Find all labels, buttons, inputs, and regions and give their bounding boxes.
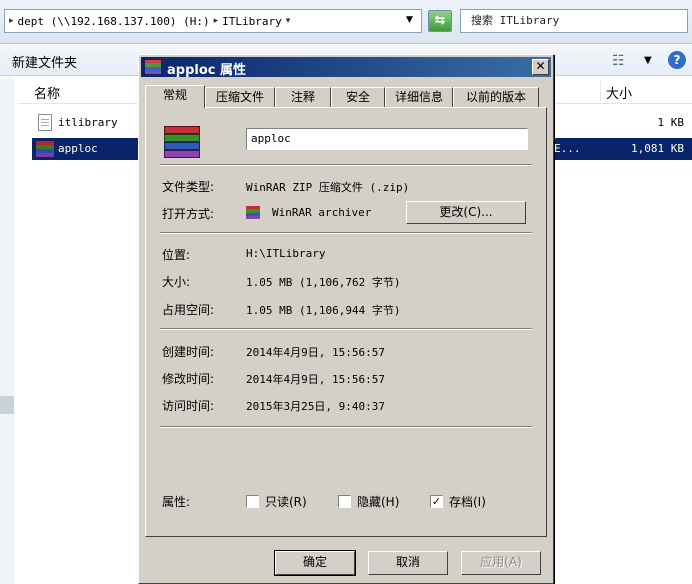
accessed-label: 访问时间: <box>162 399 215 413</box>
winrar-archive-icon <box>36 141 54 157</box>
breadcrumb-drive[interactable]: dept (\\192.168.137.100) (H:) <box>18 15 210 28</box>
column-header-size[interactable]: 大小 <box>606 83 632 102</box>
tab-previous-versions[interactable]: 以前的版本 <box>453 87 539 107</box>
open-with-label: 打开方式: <box>162 207 215 221</box>
divider <box>160 328 532 330</box>
size-on-disk-label: 占用空间: <box>162 303 215 317</box>
tab-archive[interactable]: 压缩文件 <box>205 87 275 107</box>
readonly-label: 只读(R) <box>265 494 307 509</box>
properties-dialog: apploc 属性 ✕ 常规 压缩文件 注释 安全 详细信息 以前的版本 app… <box>138 54 554 584</box>
address-bar[interactable]: ▸ dept (\\192.168.137.100) (H:) ▸ ITLibr… <box>4 9 422 33</box>
archive-check-box[interactable]: ✓ <box>430 494 443 508</box>
readonly-check-box[interactable] <box>246 494 259 508</box>
change-program-button[interactable]: 更改(C)... <box>406 201 526 224</box>
column-header-name[interactable]: 名称 <box>34 83 60 102</box>
modified-value: 2014年4月9日, 15:56:57 <box>246 373 385 386</box>
size-on-disk-value: 1.05 MB (1,106,944 字节) <box>246 304 401 317</box>
new-folder-button[interactable]: 新建文件夹 <box>12 52 77 71</box>
breadcrumb-arrow-icon[interactable]: ▸ <box>9 16 14 26</box>
archive-label: 存档(I) <box>449 494 486 509</box>
archive-checkbox[interactable]: ✓ 存档(I) <box>430 493 486 509</box>
file-name-field[interactable]: apploc <box>246 128 528 150</box>
help-icon[interactable]: ? <box>668 51 686 69</box>
location-value: H:\ITLibrary <box>246 247 326 260</box>
file-type: E... <box>554 142 581 155</box>
file-type-label: 文件类型: <box>162 180 215 194</box>
created-label: 创建时间: <box>162 345 215 359</box>
view-options-icon[interactable]: ☷ <box>612 53 625 69</box>
hidden-label: 隐藏(H) <box>357 494 400 509</box>
apply-button[interactable]: 应用(A) <box>461 551 541 575</box>
tab-security[interactable]: 安全 <box>331 87 385 107</box>
open-with-value: WinRAR archiver <box>272 206 372 219</box>
divider <box>160 164 532 166</box>
breadcrumb-dropdown-icon[interactable]: ▾ <box>286 16 291 26</box>
file-name: apploc <box>58 142 98 155</box>
address-bar-area: ▸ dept (\\192.168.137.100) (H:) ▸ ITLibr… <box>0 0 692 44</box>
dialog-title: apploc 属性 <box>167 63 247 78</box>
winrar-archive-icon <box>145 60 161 74</box>
tab-comment[interactable]: 注释 <box>275 87 331 107</box>
view-dropdown-icon[interactable]: ▼ <box>644 55 652 66</box>
file-type-value: WinRAR ZIP 压缩文件 (.zip) <box>246 181 410 194</box>
column-divider <box>600 81 601 101</box>
winrar-app-icon <box>246 206 260 219</box>
created-value: 2014年4月9日, 15:56:57 <box>246 346 385 359</box>
hidden-check-box[interactable] <box>338 494 351 508</box>
close-icon: ✕ <box>535 59 546 73</box>
tab-general[interactable]: 常规 <box>145 85 205 108</box>
attributes-label: 属性: <box>162 495 191 509</box>
breadcrumb-arrow-icon[interactable]: ▸ <box>214 16 219 26</box>
close-button[interactable]: ✕ <box>532 59 549 75</box>
search-input[interactable]: 搜索 ITLibrary <box>460 9 688 33</box>
file-size: 1,081 KB <box>631 142 684 155</box>
accessed-value: 2015年3月25日, 9:40:37 <box>246 400 385 413</box>
text-file-icon <box>38 114 52 131</box>
cancel-button[interactable]: 取消 <box>368 551 448 575</box>
address-history-dropdown-icon[interactable]: ▼ <box>406 15 413 25</box>
refresh-icon: ⇆ <box>434 13 446 28</box>
winrar-archive-large-icon <box>164 126 200 158</box>
modified-label: 修改时间: <box>162 372 215 386</box>
navigation-pane-edge <box>0 78 14 584</box>
file-name: itlibrary <box>58 116 118 129</box>
breadcrumb-folder[interactable]: ITLibrary <box>222 15 282 28</box>
refresh-button[interactable]: ⇆ <box>428 10 452 32</box>
divider <box>160 232 532 234</box>
location-label: 位置: <box>162 248 191 262</box>
tab-strip: 常规 压缩文件 注释 安全 详细信息 以前的版本 <box>145 85 549 108</box>
navigation-pane-scroll-thumb[interactable] <box>0 396 14 414</box>
size-value: 1.05 MB (1,106,762 字节) <box>246 276 401 289</box>
dialog-titlebar[interactable]: apploc 属性 ✕ <box>141 57 551 78</box>
divider <box>160 426 532 428</box>
size-label: 大小: <box>162 275 191 289</box>
checkmark-icon: ✓ <box>431 494 442 508</box>
readonly-checkbox[interactable]: 只读(R) <box>246 493 307 509</box>
general-tab-panel: apploc 文件类型: WinRAR ZIP 压缩文件 (.zip) 打开方式… <box>145 107 547 537</box>
ok-button[interactable]: 确定 <box>274 550 356 576</box>
tab-details[interactable]: 详细信息 <box>385 87 453 107</box>
hidden-checkbox[interactable]: 隐藏(H) <box>338 493 399 509</box>
file-size: 1 KB <box>657 116 685 129</box>
